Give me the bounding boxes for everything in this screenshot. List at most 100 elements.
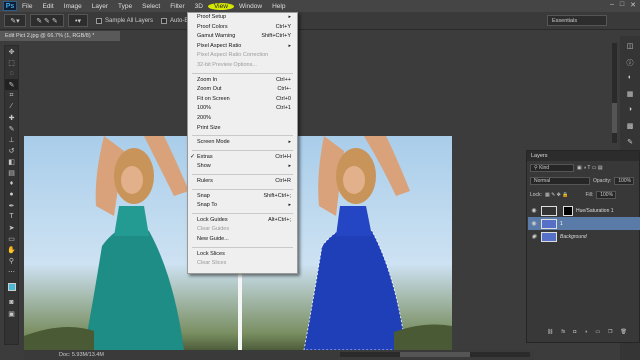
view-menu-item[interactable]: Pixel Aspect Ratio ▸ <box>188 42 297 51</box>
menu-help[interactable]: Help <box>267 3 290 10</box>
eyedropper-tool-icon[interactable]: ⁄ <box>5 101 18 112</box>
history-panel-icon[interactable]: ◫ <box>623 42 637 52</box>
quick-selection-tool-icon[interactable]: ✎ <box>5 79 18 90</box>
view-menu-item[interactable]: Proof Colors Ctrl+Y <box>188 23 297 32</box>
scroll-thumb[interactable] <box>400 352 470 357</box>
menu-file[interactable]: File <box>17 3 37 10</box>
scroll-thumb[interactable] <box>612 103 617 133</box>
document-tab[interactable]: Edit Pict 2.jpg @ 66.7% (1, RGB/8) * <box>0 31 120 41</box>
sample-all-layers-checkbox[interactable]: Sample All Layers <box>96 17 153 24</box>
workspace-switcher[interactable]: Essentials <box>547 15 607 26</box>
filter-icons[interactable]: ▣ ◑ T ▭ ▤ <box>577 165 603 171</box>
zoom-tool-icon[interactable]: ⚲ <box>5 255 18 266</box>
brush-panel-icon[interactable]: ✎ <box>623 138 637 148</box>
menu-item-label: Proof Setup <box>197 14 227 20</box>
marquee-tool-icon[interactable]: ⬚ <box>5 57 18 68</box>
menu-type[interactable]: Type <box>113 3 137 10</box>
view-menu-item[interactable]: Gamut Warning Shift+Ctrl+Y <box>188 32 297 41</box>
layer-background[interactable]: ◉ Background <box>528 230 640 243</box>
brush-size-picker[interactable]: •▾ <box>68 14 88 27</box>
add-mask-icon[interactable]: ◘ <box>573 329 576 335</box>
shape-tool-icon[interactable]: ▭ <box>5 233 18 244</box>
menu-3d[interactable]: 3D <box>190 3 208 10</box>
move-tool-icon[interactable]: ✥ <box>5 46 18 57</box>
path-selection-tool-icon[interactable]: ➤ <box>5 222 18 233</box>
view-menu-item[interactable]: Fit on Screen Ctrl+0 <box>188 95 297 104</box>
view-menu-item[interactable]: Zoom Out Ctrl+- <box>188 85 297 94</box>
info-panel-icon[interactable]: ⓘ <box>623 58 637 68</box>
new-layer-icon[interactable]: ❐ <box>608 329 612 335</box>
healing-brush-tool-icon[interactable]: ✚ <box>5 112 18 123</box>
view-menu-item[interactable]: Zoom In Ctrl++ <box>188 76 297 85</box>
lock-row: Lock: ▦ ✎ ✥ 🔒 Fill: 100% <box>530 191 617 199</box>
layer-style-icon[interactable]: fx <box>561 329 565 335</box>
new-adjustment-icon[interactable]: ◑ <box>584 329 587 335</box>
history-brush-tool-icon[interactable]: ↺ <box>5 145 18 156</box>
layer-name: 1 <box>560 220 563 227</box>
eraser-tool-icon[interactable]: ◧ <box>5 156 18 167</box>
menu-item-label: Snap To <box>197 202 218 209</box>
menu-view[interactable]: View <box>207 2 234 10</box>
horizontal-scrollbar[interactable] <box>340 352 530 357</box>
view-menu-item[interactable]: 100% Ctrl+1 <box>188 104 297 113</box>
menu-layer[interactable]: Layer <box>87 3 113 10</box>
trash-icon[interactable]: 🗑 <box>621 329 627 335</box>
menu-window[interactable]: Window <box>234 3 267 10</box>
blur-tool-icon[interactable]: ♦ <box>5 178 18 189</box>
dodge-tool-icon[interactable]: ● <box>5 189 18 200</box>
adjustments-panel-icon[interactable]: ◑ <box>623 106 637 116</box>
view-menu-item[interactable]: Show ▸ <box>188 162 297 171</box>
layer-1[interactable]: ◉ 1 <box>528 217 640 230</box>
view-menu-item[interactable]: Lock Slices <box>188 250 297 259</box>
view-menu-item[interactable]: 200% <box>188 114 297 123</box>
layer-hue-saturation[interactable]: ◉ Hue/Saturation 1 <box>528 204 640 217</box>
link-layers-icon[interactable]: ⛓ <box>547 329 553 335</box>
menu-select[interactable]: Select <box>137 3 165 10</box>
view-menu-item[interactable]: New Guide... <box>188 235 297 244</box>
clone-stamp-tool-icon[interactable]: ⊥ <box>5 134 18 145</box>
menu-item-label: Zoom In <box>197 76 218 83</box>
crop-tool-icon[interactable]: ⌗ <box>5 90 18 101</box>
blend-mode-select[interactable]: Normal <box>530 177 590 185</box>
view-menu-item[interactable]: Snap Shift+Ctrl+; <box>188 192 297 201</box>
menu-item-label: Pixel Aspect Ratio <box>197 42 242 49</box>
menu-image[interactable]: Image <box>59 3 87 10</box>
type-tool-icon[interactable]: T <box>5 211 18 222</box>
edit-toolbar-icon[interactable]: ⋯ <box>5 266 18 277</box>
view-menu-item[interactable]: Print Size <box>188 124 297 133</box>
selection-mode-buttons[interactable]: ✎ ✎ ✎ <box>30 14 64 27</box>
view-menu-item[interactable]: Rulers Ctrl+R <box>188 177 297 186</box>
view-menu-item[interactable]: Snap To ▸ <box>188 201 297 210</box>
brush-tool-icon[interactable]: ✎ <box>5 123 18 134</box>
lasso-tool-icon[interactable]: ◌ <box>5 68 18 79</box>
tool-preset-picker[interactable]: ✎▾ <box>4 14 26 27</box>
color-swatches-icon[interactable] <box>5 277 18 297</box>
auto-enhance-checkbox[interactable]: Auto-E <box>161 17 188 24</box>
fill-input[interactable]: 100% <box>596 191 617 199</box>
color-panel-icon[interactable]: ◐ <box>623 74 637 84</box>
layer-filter-select[interactable]: ⚲ Kind <box>530 164 574 172</box>
vertical-scrollbar[interactable] <box>612 43 617 143</box>
eye-icon[interactable]: ◉ <box>530 207 538 214</box>
lock-icons[interactable]: ▦ ✎ ✥ 🔒 <box>545 192 569 198</box>
view-menu-item[interactable]: Proof Setup ▸ <box>188 13 297 22</box>
view-menu-item[interactable]: Lock Guides Alt+Ctrl+; <box>188 216 297 225</box>
view-menu-item[interactable]: ✓ Extras Ctrl+H <box>188 153 297 162</box>
menu-filter[interactable]: Filter <box>165 3 189 10</box>
hand-tool-icon[interactable]: ✋ <box>5 244 18 255</box>
opacity-input[interactable]: 100% <box>614 177 635 185</box>
maximize-button[interactable]: □ <box>620 1 624 9</box>
swatches-panel-icon[interactable]: ▦ <box>623 90 637 100</box>
new-group-icon[interactable]: ▭ <box>595 329 600 335</box>
menu-edit[interactable]: Edit <box>37 3 58 10</box>
pen-tool-icon[interactable]: ✒ <box>5 200 18 211</box>
eye-icon[interactable]: ◉ <box>530 233 538 240</box>
minimize-button[interactable]: – <box>610 1 614 9</box>
close-button[interactable]: ✕ <box>630 1 636 9</box>
gradient-tool-icon[interactable]: ▤ <box>5 167 18 178</box>
styles-panel-icon[interactable]: ▩ <box>623 122 637 132</box>
eye-icon[interactable]: ◉ <box>530 220 538 227</box>
quick-mask-icon[interactable]: ◙ <box>5 297 18 308</box>
view-menu-item[interactable]: Screen Mode ▸ <box>188 138 297 147</box>
screen-mode-icon[interactable]: ▣ <box>5 308 18 319</box>
